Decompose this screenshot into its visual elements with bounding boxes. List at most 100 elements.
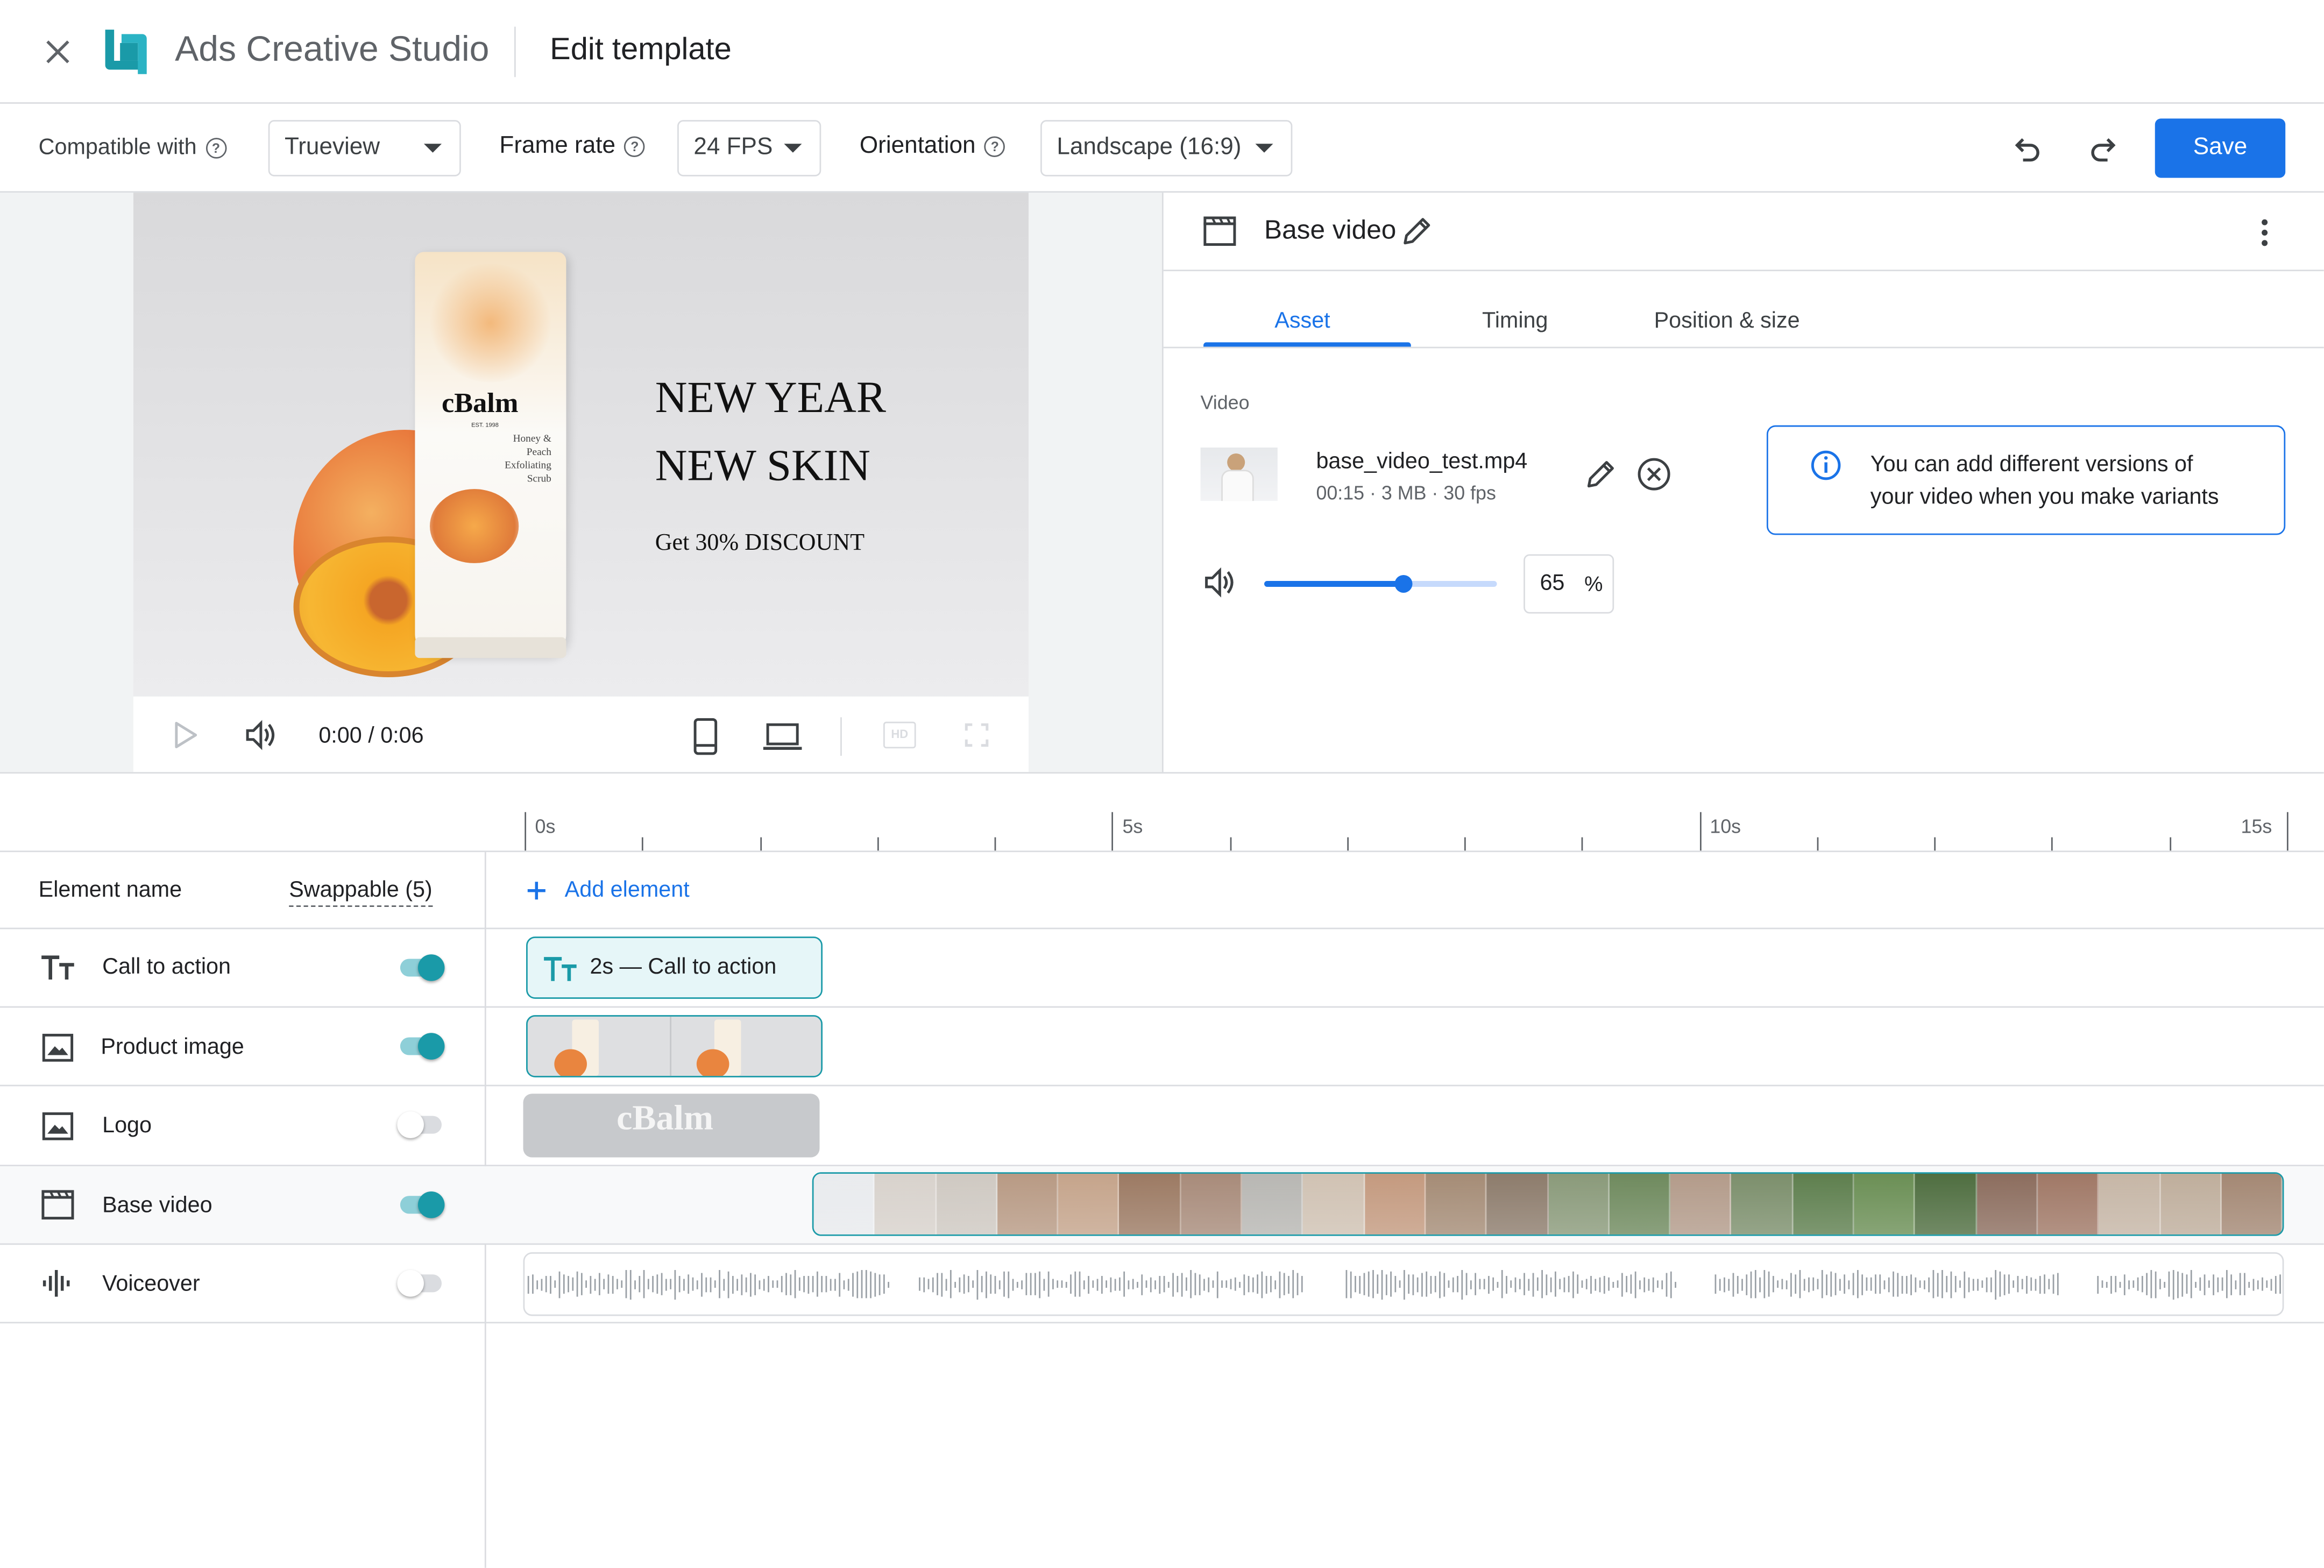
tab-asset[interactable]: Asset [1274,308,1330,334]
waveform-bar [2052,1275,2054,1294]
preview-canvas: cBalm EST. 1998 Honey & Peach Exfoliatin… [133,193,1029,697]
file-meta: 00:15 · 3 MB · 30 fps [1316,481,1496,504]
waveform-bar [1781,1279,1783,1290]
waveform-bar [1390,1272,1392,1297]
waveform-bar [1239,1281,1241,1288]
ruler-minor-tick [1934,837,1936,851]
waveform-bar [1439,1271,1441,1298]
clip-call-to-action[interactable]: 2s — Call to action [526,936,823,999]
dropdown-arrow-icon [423,144,442,153]
swappable-toggle-product-image[interactable] [400,1033,445,1060]
hd-icon[interactable]: HD [883,721,916,749]
waveform-bar [1479,1279,1481,1290]
close-icon[interactable] [41,36,74,68]
waveform-bar [701,1272,703,1296]
waveform-bar [2008,1275,2010,1294]
waveform-bar [625,1270,627,1299]
waveform-bar [785,1273,787,1296]
waveform-bar [2252,1278,2255,1290]
clip-product-image[interactable] [526,1015,823,1077]
waveform-bar [656,1275,658,1294]
mobile-view-icon[interactable] [692,717,719,756]
waveform-bar [1034,1273,1036,1296]
video-frame-thumbnail [936,1173,997,1234]
framerate-select[interactable]: 24 FPS [677,120,821,176]
waveform-bar [1937,1272,1939,1296]
remove-file-icon[interactable] [1636,457,1672,492]
waveform-bar [1114,1278,1116,1290]
waveform-bar [1430,1275,1432,1294]
waveform-bar [1506,1275,1507,1294]
add-element-button[interactable]: Add element [523,874,731,907]
waveform-bar [963,1275,965,1294]
fullscreen-icon[interactable] [963,722,990,749]
swappable-toggle-voiceover[interactable] [397,1270,442,1297]
more-options-icon[interactable] [2254,216,2275,249]
swappable-toggle-call-to-action[interactable] [400,954,445,981]
video-section-label: Video [1200,391,1250,414]
waveform-bar [1977,1278,1979,1290]
waveform-bar [1088,1275,1089,1294]
waveform-bar [2044,1275,2045,1294]
orientation-select[interactable]: Landscape (16:9) [1040,120,1293,176]
waveform-bar [634,1280,636,1289]
volume-slider[interactable] [1264,574,1497,593]
video-frame-thumbnail [1426,1173,1487,1234]
waveform-bar [599,1273,600,1296]
row-label-logo: Logo [102,1113,152,1138]
help-icon[interactable]: ? [624,136,646,158]
waveform-bar [1150,1277,1152,1292]
waveform-bar [1403,1269,1405,1300]
waveform-bar [1928,1277,1930,1292]
laptop-view-icon[interactable] [762,720,803,753]
waveform-bar [1883,1280,1886,1289]
app-logo-icon [101,24,157,80]
row-label-base-video: Base video [102,1193,212,1218]
waveform-bar [932,1277,934,1292]
tab-position-size[interactable]: Position & size [1654,308,1800,334]
waveform-bar [536,1280,539,1289]
waveform-bar [874,1272,876,1296]
compatible-select[interactable]: Trueview [268,120,461,176]
waveform-bar [692,1278,694,1292]
ruler-minor-tick [2052,837,2053,851]
play-icon[interactable] [172,720,199,750]
ruler-minor-tick [1582,837,1584,851]
ruler-minor-tick [877,837,879,851]
volume-input[interactable]: 65 % [1524,554,1614,614]
edit-name-icon[interactable] [1400,215,1433,247]
clip-voiceover[interactable] [523,1252,2284,1316]
swappable-toggle-logo[interactable] [397,1111,442,1138]
waveform-bar [1345,1270,1348,1299]
waveform-bar [2017,1276,2019,1293]
volume-slider-handle[interactable] [1394,574,1413,593]
clip-base-video[interactable] [812,1172,2284,1236]
clip-logo[interactable]: cBalm [523,1094,820,1158]
waveform-bar [1808,1277,1810,1292]
waveform-bar [847,1278,849,1290]
redo-icon[interactable] [2085,130,2121,166]
edit-file-icon[interactable] [1584,458,1617,491]
waveform-bar [1848,1280,1850,1289]
waveform-bar [1932,1270,1935,1299]
waveform-bar [919,1278,920,1292]
save-button[interactable]: Save [2155,118,2286,178]
column-swappable[interactable]: Swappable (5) [289,877,433,907]
waveform-bar [590,1275,592,1294]
waveform-bar [825,1276,827,1293]
undo-icon[interactable] [2010,130,2045,166]
active-tab-indicator [1203,342,1411,347]
waveform-bar [2217,1277,2219,1292]
volume-icon[interactable] [243,719,279,751]
tab-timing[interactable]: Timing [1482,308,1548,334]
timeline-ruler[interactable]: 0s 5s 10s 15s [0,774,2324,851]
waveform-bar [1057,1281,1059,1288]
waveform-bar [2026,1275,2028,1294]
help-icon[interactable]: ? [206,138,226,159]
swappable-toggle-base-video[interactable] [400,1191,445,1218]
help-icon[interactable]: ? [984,136,1005,158]
waveform-bar [803,1276,805,1293]
waveform-bar [759,1280,761,1289]
waveform-bar [1950,1271,1952,1298]
waveform-bar [1972,1278,1974,1290]
